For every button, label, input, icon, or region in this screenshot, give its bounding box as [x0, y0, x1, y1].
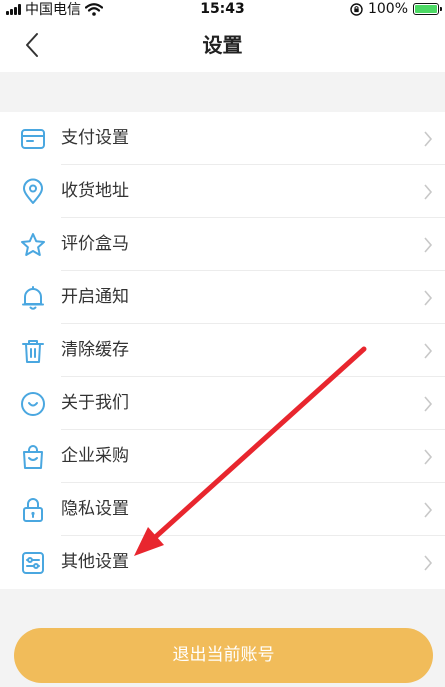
settings-item-address[interactable]: 收货地址 — [0, 165, 445, 218]
settings-item-clear-cache[interactable]: 清除缓存 — [0, 324, 445, 377]
settings-item-notifications[interactable]: 开启通知 — [0, 271, 445, 324]
card-icon — [21, 129, 45, 149]
nav-bar: 设置 — [0, 18, 445, 72]
status-right: 100% — [350, 0, 442, 18]
bell-icon — [22, 286, 44, 310]
settings-item-label: 其他设置 — [61, 552, 129, 572]
settings-item-privacy[interactable]: 隐私设置 — [0, 483, 445, 536]
settings-item-about[interactable]: 关于我们 — [0, 377, 445, 430]
chevron-right-icon — [424, 502, 433, 518]
lock-icon — [23, 498, 43, 522]
settings-item-label: 企业采购 — [61, 446, 129, 466]
settings-list: 支付设置 收货地址 评价盒马 开启通知 清除缓存 关于我们 企业采购 隐私设置 … — [0, 112, 445, 589]
logout-button[interactable]: 退出当前账号 — [14, 628, 433, 683]
chevron-right-icon — [424, 290, 433, 306]
sliders-icon — [22, 552, 44, 574]
rotation-lock-icon — [350, 2, 363, 16]
settings-item-label: 评价盒马 — [61, 234, 129, 254]
battery-percent: 100% — [367, 1, 408, 17]
settings-item-label: 收货地址 — [61, 181, 129, 201]
star-icon — [21, 233, 45, 256]
chevron-right-icon — [424, 449, 433, 465]
chevron-right-icon — [424, 184, 433, 200]
chevron-right-icon — [424, 131, 433, 147]
status-bar: 中国电信 15:43 100% — [0, 0, 445, 18]
chevron-right-icon — [424, 237, 433, 253]
settings-item-payment[interactable]: 支付设置 — [0, 112, 445, 165]
smile-circle-icon — [21, 392, 45, 416]
settings-item-label: 开启通知 — [61, 287, 129, 307]
page-title: 设置 — [202, 33, 243, 57]
settings-item-label: 关于我们 — [61, 393, 129, 413]
settings-item-rate[interactable]: 评价盒马 — [0, 218, 445, 271]
chevron-right-icon — [424, 396, 433, 412]
settings-item-label: 隐私设置 — [61, 499, 129, 519]
settings-item-label: 支付设置 — [61, 128, 129, 148]
battery-icon — [413, 3, 442, 15]
settings-item-other[interactable]: 其他设置 — [0, 536, 445, 589]
trash-icon — [22, 340, 44, 363]
settings-item-enterprise[interactable]: 企业采购 — [0, 430, 445, 483]
chevron-right-icon — [424, 555, 433, 571]
back-arrow-icon[interactable] — [18, 30, 48, 60]
chevron-right-icon — [424, 343, 433, 359]
settings-item-label: 清除缓存 — [61, 340, 129, 360]
location-pin-icon — [23, 178, 43, 204]
shopping-bag-icon — [23, 445, 43, 469]
